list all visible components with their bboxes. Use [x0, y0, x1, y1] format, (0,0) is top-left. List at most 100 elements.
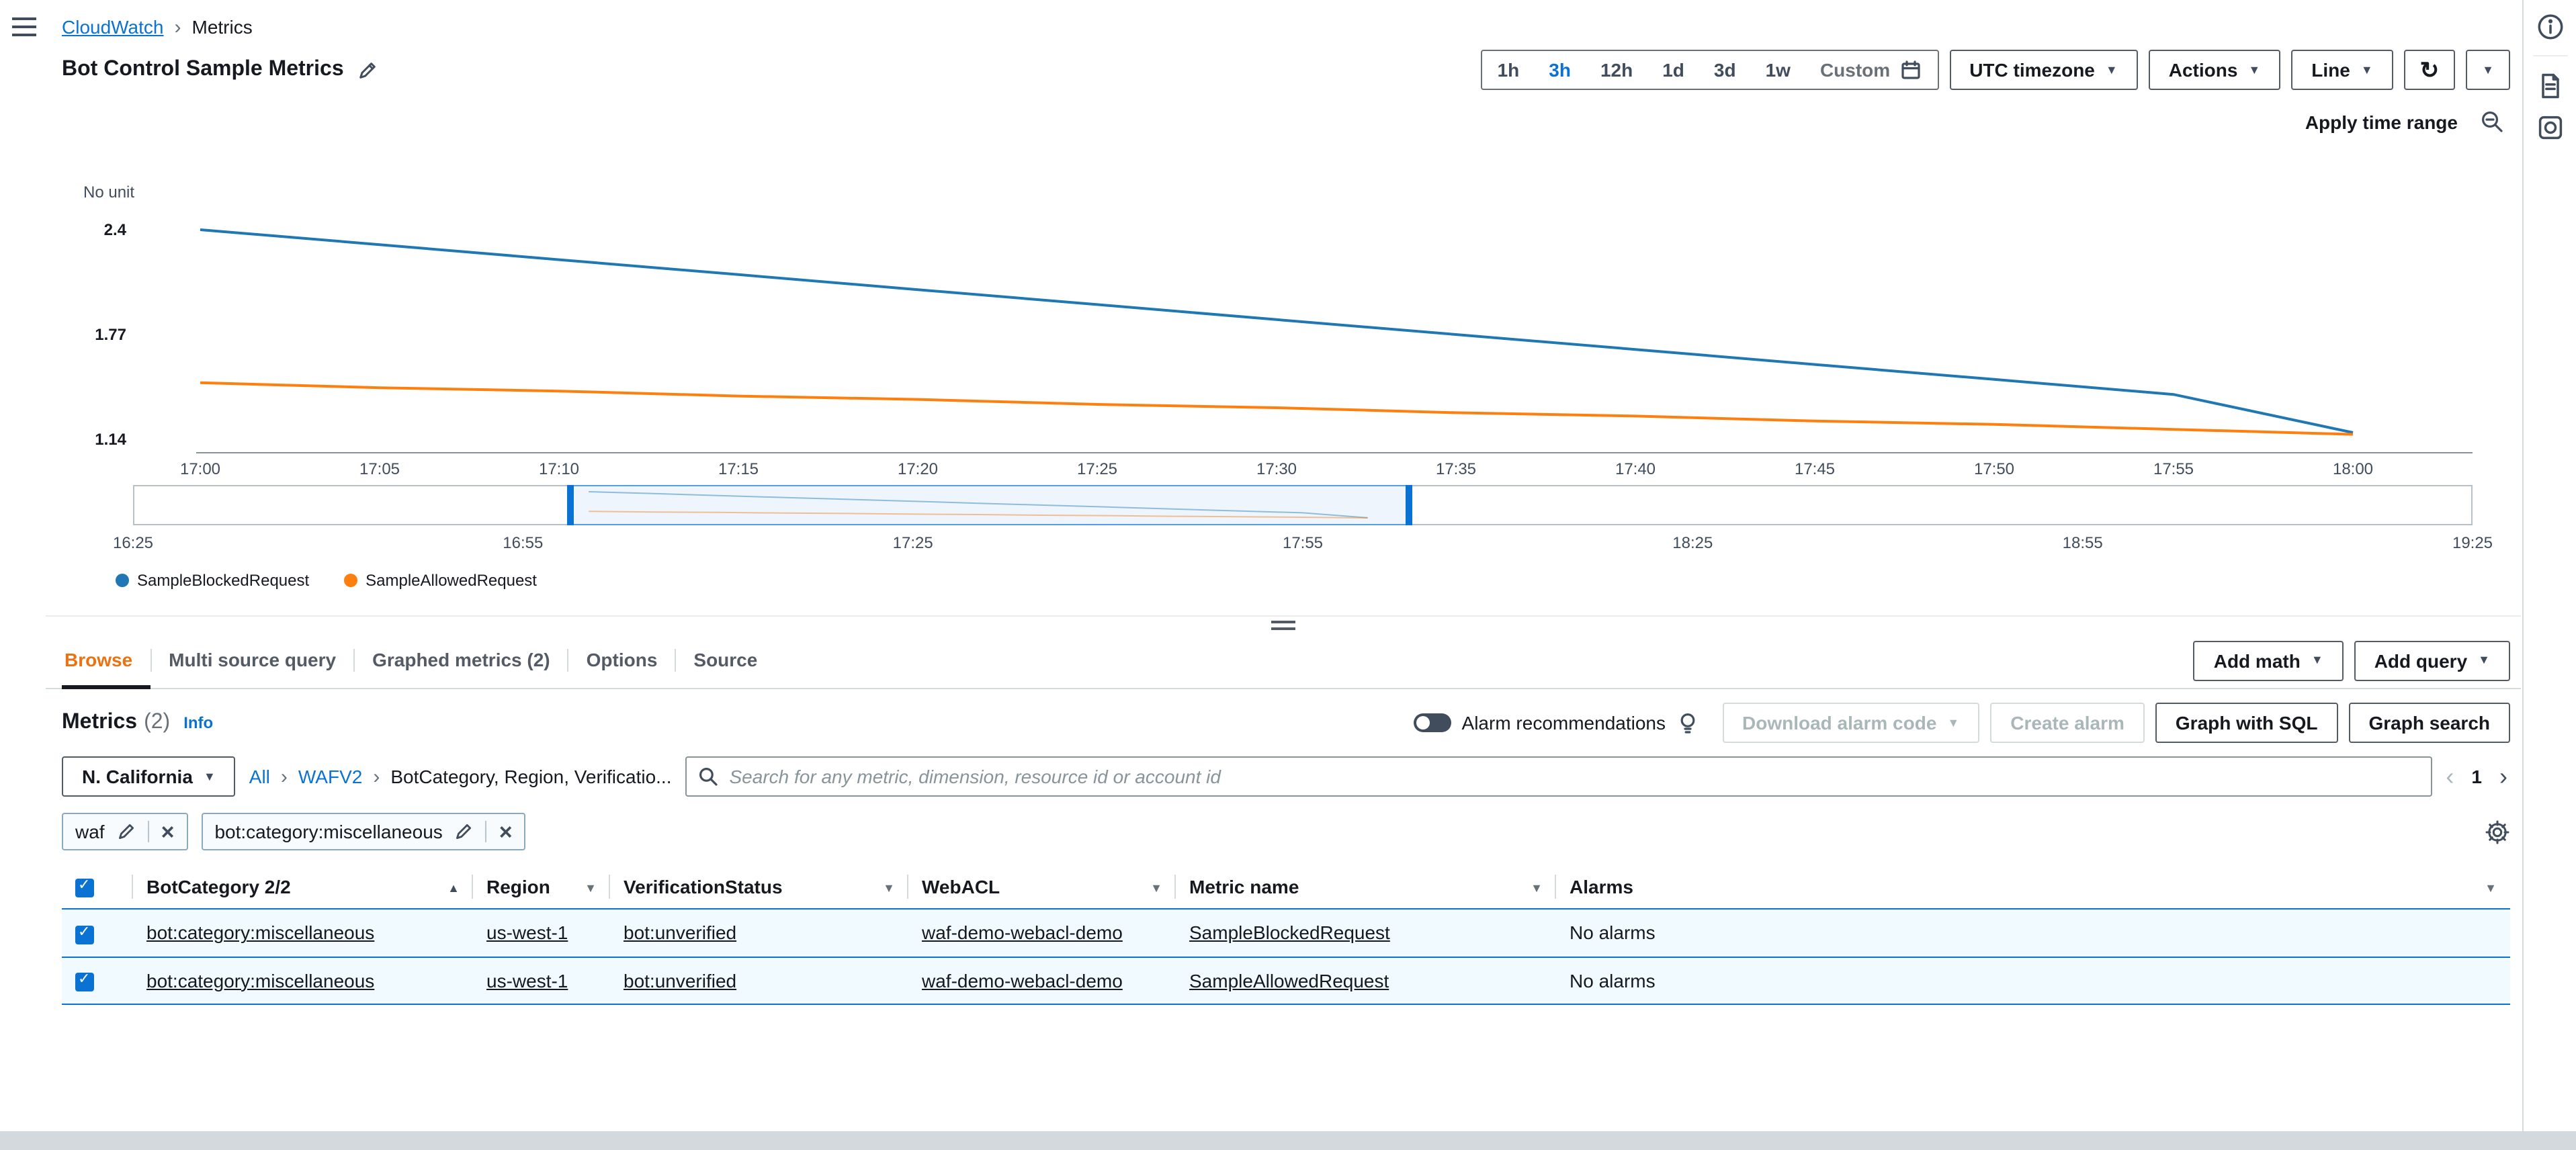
search-row: N. California ▼ All › WAFV2 › BotCategor…: [46, 752, 2521, 801]
add-math-button[interactable]: Add math ▼: [2194, 640, 2344, 680]
chart-type-select[interactable]: Line ▼: [2291, 50, 2393, 90]
col-alarms[interactable]: Alarms ▼: [1556, 865, 2510, 910]
column-label: BotCategory 2/2: [146, 876, 291, 897]
brush-tick-label: 16:25: [113, 533, 153, 552]
help-panel-rail: [2522, 0, 2576, 1131]
col-botcategory[interactable]: BotCategory 2/2 ▲: [133, 865, 473, 910]
refresh-button[interactable]: ↻: [2404, 50, 2456, 90]
table-row[interactable]: bot:category:miscellaneous us-west-1 bot…: [62, 957, 2510, 1004]
legend-item-blocked[interactable]: SampleBlockedRequest: [116, 571, 309, 590]
tab-graphed-metrics[interactable]: Graphed metrics (2): [355, 633, 568, 689]
tab-options[interactable]: Options: [569, 633, 675, 689]
time-range-3h[interactable]: 3h: [1534, 51, 1586, 89]
create-alarm-button[interactable]: Create alarm: [1990, 703, 2145, 743]
series-line-SampleAllowedRequest: [200, 383, 2353, 435]
cell-verificationstatus[interactable]: bot:unverified: [624, 922, 736, 944]
edit-token-icon[interactable]: [117, 822, 136, 841]
documentation-icon[interactable]: [2535, 71, 2565, 101]
settings-gear-icon[interactable]: [2485, 819, 2510, 844]
cell-region[interactable]: us-west-1: [486, 922, 568, 944]
cell-botcategory[interactable]: bot:category:miscellaneous: [146, 969, 374, 991]
graph-search-button[interactable]: Graph search: [2348, 703, 2510, 743]
refresh-options-button[interactable]: ▼: [2466, 50, 2510, 90]
breadcrumb-all-link[interactable]: All: [249, 766, 270, 787]
time-brush[interactable]: [133, 485, 2473, 525]
cell-webacl[interactable]: waf-demo-webacl-demo: [922, 969, 1123, 991]
chart-panel: Apply time range No unit 2.4 1.77 1.14 1…: [62, 98, 2510, 611]
actions-menu-button[interactable]: Actions ▼: [2149, 50, 2281, 90]
col-verificationstatus[interactable]: VerificationStatus ▼: [610, 865, 908, 910]
filter-caret-icon[interactable]: ▼: [585, 881, 597, 895]
current-page[interactable]: 1: [2471, 766, 2482, 787]
prev-page-button[interactable]: ‹: [2446, 764, 2454, 789]
row-checkbox[interactable]: [75, 973, 94, 991]
apply-time-range-button[interactable]: Apply time range: [2305, 111, 2458, 132]
filter-tokens-row: waf × bot:category:miscellaneous ×: [46, 801, 2521, 862]
tab-source[interactable]: Source: [676, 633, 775, 689]
col-webacl[interactable]: WebACL ▼: [908, 865, 1176, 910]
region-select[interactable]: N. California ▼: [62, 756, 236, 797]
cell-botcategory[interactable]: bot:category:miscellaneous: [146, 922, 374, 944]
panel-resize-handle[interactable]: [1271, 621, 1295, 630]
time-range-1d[interactable]: 1d: [1647, 51, 1699, 89]
remove-token-icon[interactable]: ×: [499, 820, 513, 843]
download-alarm-code-label: Download alarm code: [1742, 712, 1936, 734]
chevron-right-icon: ›: [175, 17, 181, 37]
info-panel-icon[interactable]: [2535, 12, 2565, 42]
timezone-select[interactable]: UTC timezone ▼: [1949, 50, 2138, 90]
zoom-out-icon[interactable]: [2479, 109, 2505, 134]
edit-token-icon[interactable]: [455, 822, 474, 841]
tab-browse[interactable]: Browse: [62, 633, 150, 689]
info-link[interactable]: Info: [183, 713, 213, 732]
row-checkbox[interactable]: [75, 925, 94, 944]
x-tick-label: 17:05: [359, 460, 400, 478]
chevron-down-icon: ▼: [2106, 64, 2118, 76]
time-range-3d[interactable]: 3d: [1699, 51, 1751, 89]
legend-item-allowed[interactable]: SampleAllowedRequest: [344, 571, 537, 590]
cell-metric-name[interactable]: SampleBlockedRequest: [1189, 922, 1390, 944]
select-all-cell: [62, 865, 133, 910]
y-tick-label: 1.14: [95, 431, 126, 449]
search-input[interactable]: [685, 756, 2433, 797]
cell-metric-name[interactable]: SampleAllowedRequest: [1189, 969, 1389, 991]
resources-icon[interactable]: [2535, 113, 2565, 142]
chevron-down-icon: ▼: [2361, 64, 2373, 76]
col-metric-name[interactable]: Metric name ▼: [1176, 865, 1556, 910]
x-tick-label: 17:25: [1077, 460, 1117, 478]
breadcrumb-cloudwatch-link[interactable]: CloudWatch: [62, 16, 164, 38]
edit-title-icon[interactable]: [357, 60, 378, 80]
breadcrumb-wafv2-link[interactable]: WAFV2: [298, 766, 362, 787]
filter-caret-icon[interactable]: ▼: [1150, 881, 1162, 895]
cell-region[interactable]: us-west-1: [486, 969, 568, 991]
alarm-recommendations-toggle[interactable]: [1414, 713, 1451, 732]
select-all-checkbox[interactable]: [75, 879, 94, 898]
sort-asc-icon[interactable]: ▲: [447, 881, 460, 895]
lightbulb-icon[interactable]: [1676, 711, 1698, 734]
chevron-down-icon: ▼: [2482, 64, 2494, 76]
add-query-button[interactable]: Add query ▼: [2354, 640, 2510, 680]
col-region[interactable]: Region ▼: [473, 865, 610, 910]
chevron-down-icon: ▼: [2311, 654, 2323, 666]
cell-webacl[interactable]: waf-demo-webacl-demo: [922, 922, 1123, 944]
chevron-right-icon: ›: [281, 766, 288, 787]
time-range-12h[interactable]: 12h: [1586, 51, 1647, 89]
filter-caret-icon[interactable]: ▼: [1531, 881, 1543, 895]
tab-multi-source-query[interactable]: Multi source query: [151, 633, 353, 689]
brush-handle-right[interactable]: [1406, 485, 1412, 525]
filter-caret-icon[interactable]: ▼: [2485, 881, 2497, 895]
download-alarm-code-button[interactable]: Download alarm code ▼: [1722, 703, 1979, 743]
filter-caret-icon[interactable]: ▼: [883, 881, 895, 895]
menu-icon[interactable]: [12, 17, 36, 39]
time-range-1h[interactable]: 1h: [1483, 51, 1535, 89]
next-page-button[interactable]: ›: [2499, 764, 2507, 789]
brush-selection[interactable]: [568, 485, 1411, 525]
remove-token-icon[interactable]: ×: [161, 820, 175, 843]
table-row[interactable]: bot:category:miscellaneous us-west-1 bot…: [62, 910, 2510, 957]
time-range-1w[interactable]: 1w: [1751, 51, 1805, 89]
time-range-custom[interactable]: Custom: [1805, 51, 1937, 89]
pagination: ‹ 1 ›: [2446, 764, 2510, 789]
graph-with-sql-button[interactable]: Graph with SQL: [2155, 703, 2338, 743]
cell-verificationstatus[interactable]: bot:unverified: [624, 969, 736, 991]
main-content: CloudWatch › Metrics Bot Control Sample …: [46, 0, 2521, 1131]
brush-handle-left[interactable]: [567, 485, 574, 525]
